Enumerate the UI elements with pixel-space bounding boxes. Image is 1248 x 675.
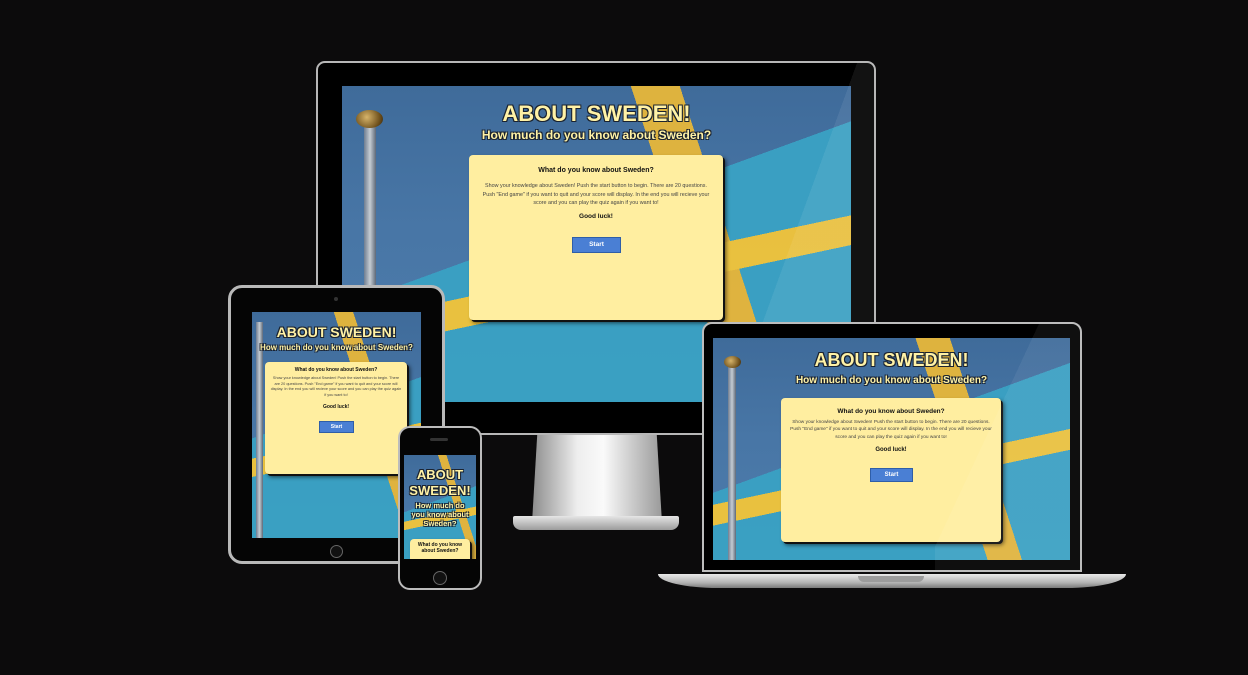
start-button[interactable]: Start [572,237,621,253]
phone-screen: ABOUT SWEDEN! How much do you know about… [404,455,476,559]
page-title-line-1: ABOUT [416,467,464,482]
tablet-camera [334,297,338,301]
intro-card: What do you know about Sweden? [410,539,470,559]
phone-speaker [430,438,448,441]
card-heading: What do you know about Sweden? [538,167,654,174]
page-subtitle: How much do you know about Sweden? [481,128,712,142]
page-title: ABOUT SWEDEN! [814,350,969,370]
start-button[interactable]: Start [319,421,354,433]
card-body: Show your knowledge about Sweden! Push t… [270,376,402,397]
page-subtitle: How much do you know about Sweden? [260,343,413,352]
card-heading-line-2: about Sweden? [421,548,459,554]
start-button[interactable]: Start [870,468,913,482]
card-heading: What do you know about Sweden? [294,367,378,373]
page-title: ABOUT SWEDEN! [276,324,397,340]
page-subtitle-line-3: Sweden? [423,519,457,528]
intro-card: What do you know about Sweden? Show your… [469,155,723,320]
card-body: Show your knowledge about Sweden! Push t… [482,183,710,206]
good-luck-text: Good luck! [322,404,350,410]
monitor-stand [532,435,662,523]
intro-card: What do you know about Sweden? Show your… [265,362,407,474]
page-subtitle: How much do you know about Sweden? [795,375,988,386]
page-subtitle-line-1: How much do [415,501,465,510]
flagpole [728,362,736,560]
good-luck-text: Good luck! [579,213,613,220]
tablet-home-button [330,545,343,558]
good-luck-text: Good luck! [875,447,907,453]
card-body: Show your knowledge about Sweden! Push t… [790,420,992,440]
laptop-opening-notch [858,576,924,582]
page-title: ABOUT SWEDEN! [502,101,691,126]
card-heading: What do you know about Sweden? [837,408,945,415]
tablet-screen: ABOUT SWEDEN! How much do you know about… [252,312,421,538]
phone-home-button [433,571,447,585]
page-subtitle-line-2: you know about [411,510,469,519]
flagpole [256,322,263,538]
monitor-base [513,516,679,530]
page-title-line-2: SWEDEN! [409,483,471,498]
laptop-screen: ABOUT SWEDEN! How much do you know about… [713,338,1070,560]
intro-card: What do you know about Sweden? Show your… [781,398,1001,542]
